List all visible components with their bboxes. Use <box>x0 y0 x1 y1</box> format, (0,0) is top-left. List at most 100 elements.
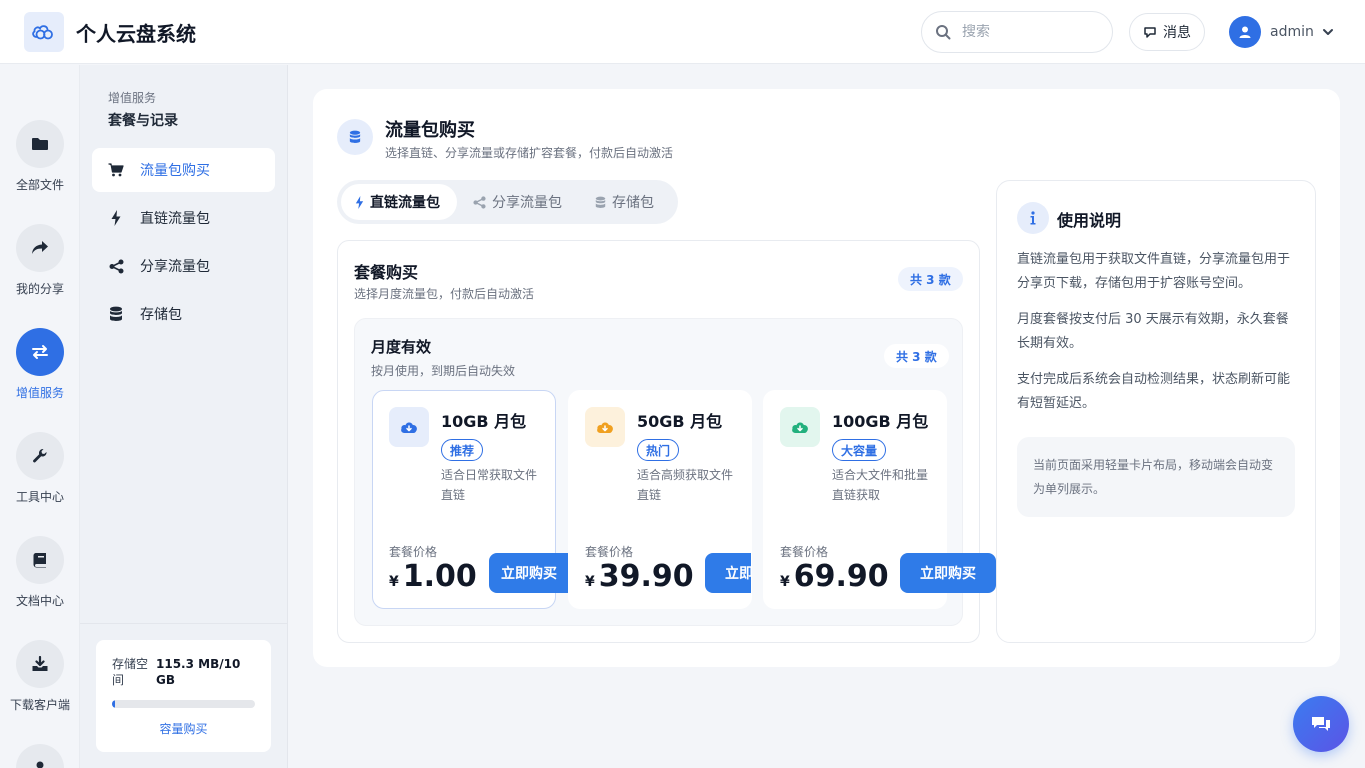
tab-direct-link[interactable]: 直链流量包 <box>341 184 457 220</box>
plan-tag-badge: 大容量 <box>832 439 887 461</box>
bolt-icon <box>355 195 364 209</box>
price-amount: 39.90 <box>598 559 694 594</box>
plan-card-100gb: 100GB 月包 大容量 适合大文件和批量直链获取 套餐价格 ¥ 69.90 立… <box>763 390 996 609</box>
cloud-download-icon <box>401 422 417 433</box>
usage-instructions: 使用说明 直链流量包用于获取文件直链，分享流量包用于分享页下载，存储包用于扩容账… <box>996 180 1316 643</box>
price-label: 套餐价格 <box>780 545 829 559</box>
package-section-title: 套餐购买 <box>354 263 419 282</box>
messages-label: 消息 <box>1163 25 1191 41</box>
download-icon <box>32 656 48 671</box>
storage-card: 存储空间 115.3 MB/10 GB 容量购买 <box>96 640 271 752</box>
user-icon <box>36 761 44 768</box>
plan-card-50gb: 50GB 月包 热门 适合高频获取文件直链 套餐价格 ¥ 39.90 立即购买 <box>568 390 752 609</box>
search-box[interactable] <box>921 11 1113 53</box>
rail-icon-wrap <box>16 432 64 480</box>
share-nodes-icon <box>106 259 126 274</box>
sidebar-item-direct-link[interactable]: 直链流量包 <box>92 196 275 240</box>
app-title: 个人云盘系统 <box>76 22 196 46</box>
group-count-badge: 共 3 款 <box>884 344 949 368</box>
price-label: 套餐价格 <box>389 545 438 559</box>
plan-icon-wrap <box>389 407 429 447</box>
rail-label: 全部文件 <box>15 178 64 192</box>
rail-label: 下载客户端 <box>9 698 70 712</box>
rail-item-docs[interactable]: 文档中心 <box>0 536 80 609</box>
sidebar-footer: 存储空间 115.3 MB/10 GB 容量购买 <box>80 623 288 768</box>
page-title: 流量包购买 <box>385 120 475 141</box>
tab-share-traffic[interactable]: 分享流量包 <box>461 184 571 220</box>
buy-now-button[interactable]: 立即购买 <box>900 553 996 593</box>
cloud-link-icon <box>32 25 53 40</box>
share-arrow-icon <box>32 241 48 254</box>
currency-symbol: ¥ <box>585 574 595 590</box>
share-nodes-icon <box>473 195 486 209</box>
rail-item-download-client[interactable]: 下载客户端 <box>0 640 80 713</box>
help-title: 使用说明 <box>1057 211 1122 230</box>
search-input[interactable] <box>962 24 1102 40</box>
currency-symbol: ¥ <box>780 574 790 590</box>
chat-bubble-icon <box>1144 27 1156 38</box>
storage-progress-bar <box>112 700 255 708</box>
rail-label: 文档中心 <box>15 594 64 608</box>
plan-description: 适合大文件和批量直链获取 <box>832 468 929 502</box>
tab-label: 直链流量包 <box>370 195 440 211</box>
main-panel: 流量包购买 选择直链、分享流量或存储扩容套餐，付款后自动激活 直链流量包 分享流… <box>313 89 1340 667</box>
page-subtitle: 选择直链、分享流量或存储扩容套餐，付款后自动激活 <box>385 146 674 160</box>
rail-item-more[interactable] <box>0 744 80 768</box>
plan-tag-badge: 推荐 <box>441 439 484 461</box>
currency-symbol: ¥ <box>389 574 399 590</box>
rail-item-all-files[interactable]: 全部文件 <box>0 120 80 193</box>
plan-price: ¥ 1.00 <box>389 559 477 594</box>
app-logo[interactable] <box>24 12 64 52</box>
database-icon <box>349 130 361 143</box>
rail-icon-wrap <box>16 224 64 272</box>
rail-icon-wrap <box>16 328 64 376</box>
tab-label: 分享流量包 <box>492 195 562 211</box>
cloud-download-icon <box>792 422 808 433</box>
sidebar-item-label: 存储包 <box>140 307 182 323</box>
price-amount: 69.90 <box>793 559 889 594</box>
sidebar-item-share-traffic[interactable]: 分享流量包 <box>92 244 275 288</box>
rail-item-value-added[interactable]: 增值服务 <box>0 328 80 401</box>
rail-item-my-share[interactable]: 我的分享 <box>0 224 80 297</box>
plan-icon-wrap <box>780 407 820 447</box>
help-icon-wrap <box>1017 202 1049 234</box>
package-section-subtitle: 选择月度流量包，付款后自动激活 <box>354 287 535 301</box>
rail-icon-wrap <box>16 744 64 768</box>
rail-label: 工具中心 <box>15 490 64 504</box>
chat-support-button[interactable] <box>1293 696 1349 752</box>
database-icon <box>595 196 606 209</box>
plan-tag-badge: 热门 <box>637 439 680 461</box>
price-label: 套餐价格 <box>585 545 634 559</box>
rail-item-tools[interactable]: 工具中心 <box>0 432 80 505</box>
rail-icon-wrap <box>16 640 64 688</box>
plan-card-10gb: 10GB 月包 推荐 适合日常获取文件直链 套餐价格 ¥ 1.00 立即购买 <box>372 390 569 609</box>
user-icon <box>1239 26 1251 38</box>
wrench-icon <box>33 448 47 463</box>
rail-label: 我的分享 <box>15 282 64 296</box>
buy-now-button[interactable]: 立即购买 <box>705 553 751 593</box>
user-menu[interactable]: admin <box>1229 16 1334 48</box>
top-header: 个人云盘系统 消息 admin <box>0 0 1365 64</box>
sidebar-item-storage[interactable]: 存储包 <box>92 292 275 336</box>
sidebar-item-label: 分享流量包 <box>140 259 210 275</box>
avatar <box>1229 16 1261 48</box>
plan-description: 适合高频获取文件直链 <box>637 468 734 502</box>
primary-nav-rail: 全部文件 我的分享 增值服务 工具中心 文档中心 下载客户端 <box>0 65 80 768</box>
rail-icon-wrap <box>16 120 64 168</box>
package-purchase-card: 套餐购买 选择月度流量包，付款后自动激活 共 3 款 月度有效 按月使用，到期后… <box>337 240 996 643</box>
cloud-download-icon <box>597 422 613 433</box>
database-icon <box>106 306 126 322</box>
rail-label: 增值服务 <box>15 386 64 400</box>
sidebar-item-traffic-purchase[interactable]: 流量包购买 <box>92 148 275 192</box>
sidebar-item-label: 流量包购买 <box>140 163 210 179</box>
chevron-down-icon <box>1322 29 1333 35</box>
folder-icon <box>32 138 48 150</box>
plan-name: 10GB 月包 <box>441 412 527 431</box>
messages-button[interactable]: 消息 <box>1129 13 1205 51</box>
book-icon <box>33 553 46 568</box>
buy-capacity-link[interactable]: 容量购买 <box>96 720 271 737</box>
tab-storage[interactable]: 存储包 <box>581 184 671 220</box>
monthly-group: 月度有效 按月使用，到期后自动失效 共 3 款 10GB 月包 推荐 适合日常获… <box>354 318 996 626</box>
buy-now-button[interactable]: 立即购买 <box>489 553 569 593</box>
group-title: 月度有效 <box>371 338 432 356</box>
